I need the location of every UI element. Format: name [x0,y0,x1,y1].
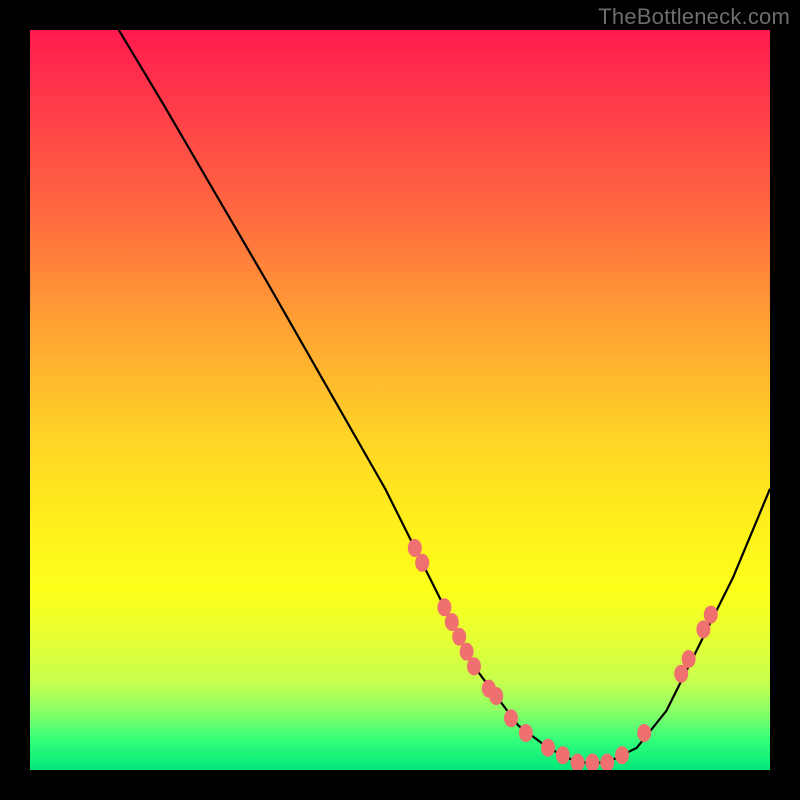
curve-marker [637,724,651,742]
curve-marker [519,724,533,742]
curve-marker [467,657,481,675]
curve-marker [696,620,710,638]
marker-group [408,539,718,770]
curve-marker [585,754,599,770]
curve-marker [704,606,718,624]
curve-marker [556,746,570,764]
curve-marker [489,687,503,705]
curve-marker [600,754,614,770]
curve-marker [504,709,518,727]
curve-marker [682,650,696,668]
curve-marker [460,643,474,661]
attribution-text: TheBottleneck.com [598,4,790,30]
curve-marker [408,539,422,557]
curve-marker [437,598,451,616]
curve-marker [674,665,688,683]
bottleneck-curve [119,30,770,763]
curve-marker [615,746,629,764]
plot-frame [30,30,770,770]
curve-marker [571,754,585,770]
curve-marker [445,613,459,631]
curve-marker [452,628,466,646]
curve-marker [541,739,555,757]
curve-layer [30,30,770,770]
curve-marker [415,554,429,572]
